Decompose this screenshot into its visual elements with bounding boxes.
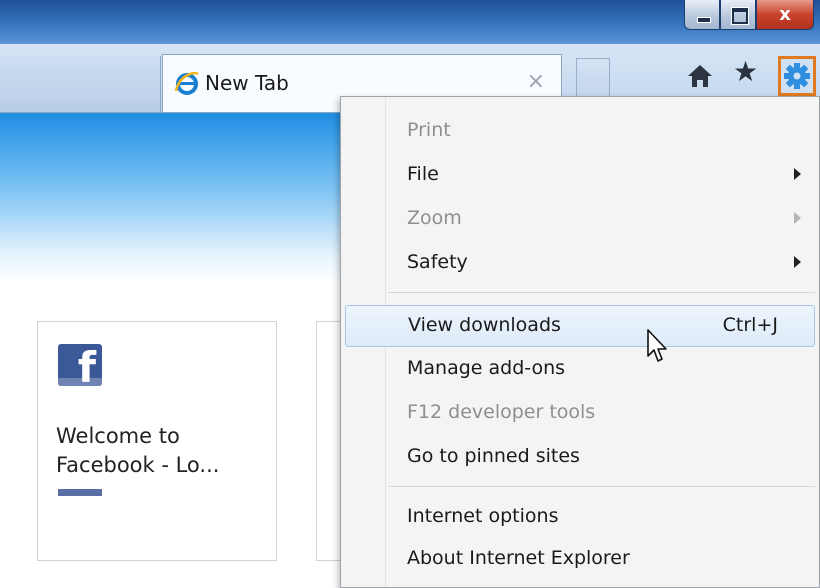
internet-explorer-icon	[174, 71, 199, 95]
menu-item-zoom[interactable]: Zoom	[345, 199, 815, 241]
menu-item-view-downloads[interactable]: View downloads Ctrl+J	[345, 305, 815, 347]
tab-close-icon[interactable]: ×	[527, 69, 545, 94]
maximize-icon	[732, 8, 748, 24]
site-tile-title: Welcome to Facebook - Lo...	[56, 424, 220, 477]
window-controls: x	[684, 0, 814, 30]
menu-item-print[interactable]: Print	[345, 111, 815, 153]
home-icon[interactable]	[686, 62, 714, 90]
mouse-pointer-icon	[647, 329, 667, 362]
submenu-arrow-icon	[794, 212, 801, 224]
tools-gear-button[interactable]	[778, 56, 816, 96]
facebook-logo-icon: f	[58, 344, 102, 386]
tab-title: New Tab	[205, 71, 289, 95]
close-icon: x	[779, 4, 791, 25]
menu-item-safety[interactable]: Safety	[345, 243, 815, 285]
menu-item-manage-add-ons[interactable]: Manage add-ons	[345, 349, 815, 391]
minimize-button[interactable]	[684, 0, 720, 30]
minimize-icon	[697, 17, 711, 23]
menu-item-about-internet-explorer[interactable]: About Internet Explorer	[345, 539, 815, 581]
site-tile-activity-bar	[58, 489, 102, 496]
title-bar: x	[0, 0, 820, 44]
shortcut-label: Ctrl+J	[722, 314, 778, 336]
menu-separator	[389, 292, 815, 293]
maximize-button[interactable]	[720, 0, 756, 30]
menu-separator	[389, 486, 815, 487]
menu-item-go-to-pinned-sites[interactable]: Go to pinned sites	[345, 437, 815, 479]
menu-item-f12-developer-tools[interactable]: F12 developer tools	[345, 393, 815, 435]
gear-icon	[784, 63, 810, 89]
menu-item-file[interactable]: File	[345, 155, 815, 197]
address-bar-area[interactable]	[0, 56, 161, 112]
favorites-star-icon[interactable]: ★	[733, 58, 758, 86]
submenu-arrow-icon	[794, 168, 801, 180]
close-window-button[interactable]: x	[756, 0, 814, 30]
menu-item-internet-options[interactable]: Internet options	[345, 497, 815, 539]
site-tile-facebook[interactable]: f Welcome to Facebook - Lo...	[37, 321, 277, 561]
submenu-arrow-icon	[794, 256, 801, 268]
tools-menu: Print File Zoom Safety View downloads Ct…	[340, 96, 820, 588]
